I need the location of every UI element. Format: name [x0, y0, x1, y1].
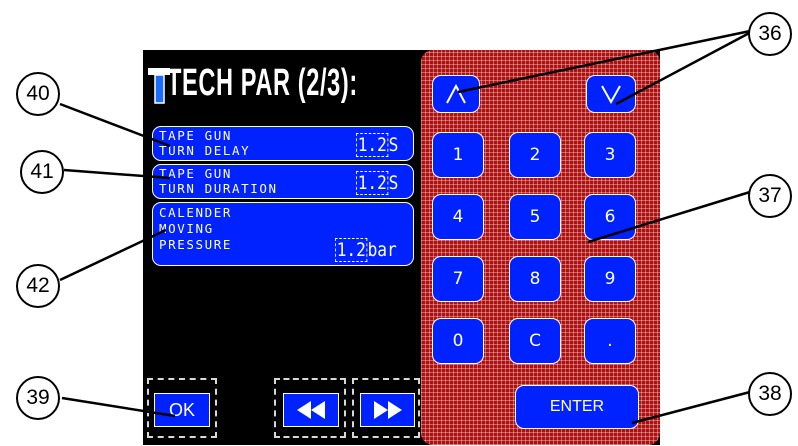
callout-39: 39 [16, 376, 60, 420]
callout-38: 38 [748, 372, 792, 416]
callout-40: 40 [16, 72, 60, 116]
callout-leader-lines [59, 28, 756, 425]
callout-37: 37 [748, 174, 792, 218]
callout-36: 36 [748, 12, 792, 56]
callout-41: 41 [20, 150, 64, 194]
callout-42: 42 [16, 264, 60, 308]
